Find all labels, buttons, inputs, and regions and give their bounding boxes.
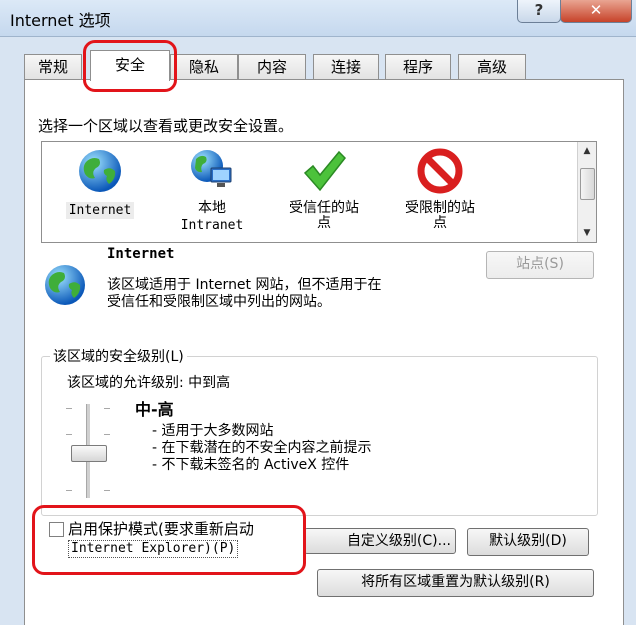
tab-advanced[interactable]: 高级	[458, 54, 526, 79]
selected-zone-desc-2: 受信任和受限制区域中列出的网站。	[107, 294, 331, 310]
default-level-button[interactable]: 默认级别(D)	[467, 528, 589, 556]
globe-icon	[79, 150, 121, 192]
slider-tick	[66, 408, 72, 409]
zone-local-intranet[interactable]: 本地 Intranet	[164, 142, 260, 242]
zone-intranet-label-1: 本地	[198, 200, 226, 216]
allowed-levels-text: 该区域的允许级别: 中到高	[67, 375, 231, 391]
level-name: 中-高	[135, 400, 174, 419]
sites-button[interactable]: 站点(S)	[486, 251, 594, 279]
scroll-up-icon[interactable]: ▲	[578, 144, 596, 158]
checkmark-icon	[303, 150, 346, 192]
selected-zone-desc-1: 该区域适用于 Internet 网站，但不适用于在	[107, 277, 382, 293]
level-point-3: - 不下载未签名的 ActiveX 控件	[152, 457, 350, 473]
custom-level-button[interactable]: 自定义级别(C)...	[304, 528, 456, 554]
slider-tick	[104, 490, 110, 491]
window-title: Internet 选项	[10, 11, 111, 30]
scroll-down-icon[interactable]: ▼	[578, 226, 596, 240]
prohibited-icon	[417, 148, 463, 194]
tab-content[interactable]: 内容	[238, 54, 306, 79]
selected-zone-title: Internet	[107, 246, 175, 262]
security-level-group-title: 该区域的安全级别(L)	[50, 346, 187, 366]
security-tab-highlight	[83, 40, 177, 92]
slider-tick	[104, 408, 110, 409]
zone-restricted-label-2: 点	[433, 215, 447, 231]
selected-zone-globe-icon	[45, 265, 85, 305]
zone-internet-label: Internet	[65, 202, 135, 219]
protected-mode-highlight	[32, 505, 306, 575]
level-point-2: - 在下载潜在的不安全内容之前提示	[152, 440, 372, 456]
level-point-1: - 适用于大多数网站	[152, 423, 274, 439]
close-button[interactable]: ✕	[560, 0, 632, 23]
tab-programs[interactable]: 程序	[385, 54, 451, 79]
security-level-slider-thumb[interactable]	[71, 445, 107, 462]
zone-trusted-label-2: 点	[317, 215, 331, 231]
tab-general[interactable]: 常规	[24, 54, 82, 79]
help-button[interactable]: ?	[517, 0, 561, 23]
tab-connections[interactable]: 连接	[313, 54, 379, 79]
scroll-thumb[interactable]	[580, 168, 595, 200]
slider-tick	[66, 490, 72, 491]
slider-tick	[104, 434, 110, 435]
slider-tick	[66, 434, 72, 435]
zone-trusted-sites[interactable]: 受信任的站 点	[268, 142, 380, 242]
tab-privacy[interactable]: 隐私	[170, 54, 238, 79]
zone-list[interactable]: Internet 本地 Intranet 受信任的站 点 受限制的站 点 ▲ ▼	[41, 141, 597, 243]
zone-instruction: 选择一个区域以查看或更改安全设置。	[38, 117, 294, 135]
intranet-icon	[191, 150, 232, 187]
zone-restricted-sites[interactable]: 受限制的站 点	[384, 142, 496, 242]
zone-list-scrollbar[interactable]: ▲ ▼	[577, 142, 596, 242]
zone-intranet-label-2: Intranet	[180, 218, 244, 233]
reset-all-zones-button[interactable]: 将所有区域重置为默认级别(R)	[317, 569, 594, 597]
zone-internet[interactable]: Internet	[52, 142, 148, 242]
